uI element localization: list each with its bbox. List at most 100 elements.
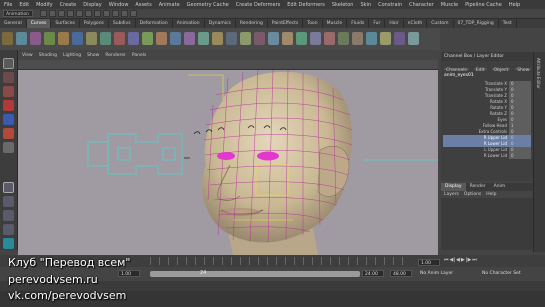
viewport-menu-item-1[interactable]: Shading [39, 52, 57, 60]
shelf-tool-icon[interactable] [156, 32, 167, 45]
range-slider-bar[interactable] [150, 271, 360, 277]
shelf-tab-5[interactable]: Deformation [136, 19, 173, 28]
shelf-tool-icon[interactable] [282, 32, 293, 45]
shelf-tab-10[interactable]: Toon [303, 19, 323, 28]
shelf-tool-icon[interactable] [86, 32, 97, 45]
menu-item-11[interactable]: Skeleton [332, 2, 354, 8]
shelf-tool-icon[interactable] [170, 32, 181, 45]
viewport-menu-item-5[interactable]: Panels [132, 52, 146, 60]
menu-item-14[interactable]: Character [409, 2, 434, 8]
shelf-tab-2[interactable]: Surfaces [51, 19, 80, 28]
single-perspective-layout-icon[interactable] [3, 182, 14, 193]
shelf-tool-icon[interactable] [226, 32, 237, 45]
shelf-tab-9[interactable]: PaintEffects [268, 19, 304, 28]
current-frame-field[interactable]: 1.00 [418, 259, 440, 266]
shelf-tool-icon[interactable] [352, 32, 363, 45]
viewport-menu-item-2[interactable]: Lighting [63, 52, 81, 60]
move-tool-icon[interactable] [3, 100, 14, 111]
go-to-start-icon[interactable]: ⏮ [444, 257, 449, 263]
shelf-tool-icon[interactable] [268, 32, 279, 45]
channel-value[interactable]: 0 [509, 153, 531, 159]
shelf-tab-15[interactable]: nCloth [404, 19, 428, 28]
step-back-icon[interactable]: ◀| [450, 257, 456, 263]
viewport-menu-item-0[interactable]: View [22, 52, 33, 60]
shelf-tool-icon[interactable] [114, 32, 125, 45]
end-frame-field[interactable]: 24.00 [362, 270, 384, 277]
show-manipulator-icon[interactable] [3, 142, 14, 153]
shelf-tab-16[interactable]: Custom [427, 19, 454, 28]
attribute-editor-tab[interactable]: Attribute Editor [536, 58, 541, 89]
channel-box-menu-item-0[interactable]: Channels [444, 68, 469, 73]
lasso-tool-icon[interactable] [3, 72, 14, 83]
select-tool-icon[interactable] [3, 58, 14, 69]
shelf-tool-icon[interactable] [2, 32, 13, 45]
menu-item-0[interactable]: File [4, 2, 12, 8]
layer-editor-tab-0[interactable]: Display [441, 183, 466, 191]
save-scene-icon[interactable] [58, 10, 65, 17]
layer-list[interactable] [441, 198, 533, 250]
menu-item-17[interactable]: Help [509, 2, 520, 8]
menu-item-12[interactable]: Skin [360, 2, 371, 8]
shelf-tab-4[interactable]: Subdivs [109, 19, 136, 28]
shelf-tab-3[interactable]: Polygons [80, 19, 109, 28]
channel-box-menu-item-1[interactable]: Edit [473, 68, 487, 73]
character-set-selector[interactable]: No Character Set [482, 271, 521, 276]
go-to-end-icon[interactable]: ⏭ [472, 257, 477, 263]
ipr-render-icon[interactable] [130, 10, 137, 17]
menu-item-1[interactable]: Edit [19, 2, 29, 8]
shelf-tab-6[interactable]: Animation [173, 19, 205, 28]
shelf-tool-icon[interactable] [296, 32, 307, 45]
start-frame-field[interactable]: 1.00 [118, 270, 140, 277]
menu-item-3[interactable]: Create [60, 2, 77, 8]
shelf-tab-12[interactable]: Fluids [347, 19, 370, 28]
channel-row[interactable]: R Lower Lid 0 [441, 153, 533, 159]
select-by-component-icon[interactable] [85, 10, 92, 17]
select-by-object-icon[interactable] [76, 10, 83, 17]
shelf-tool-icon[interactable] [338, 32, 349, 45]
select-by-hierarchy-icon[interactable] [67, 10, 74, 17]
play-back-icon[interactable]: ◀ [456, 257, 460, 263]
menu-item-8[interactable]: Geometry Cache [187, 2, 229, 8]
shelf-tool-icon[interactable] [366, 32, 377, 45]
shelf-tab-1[interactable]: Curves [26, 19, 52, 28]
shelf-tab-17[interactable]: 07_TDP_Rigging [454, 19, 499, 28]
anim-layer-selector[interactable]: No Anim Layer [420, 271, 453, 276]
shelf-tool-icon[interactable] [100, 32, 111, 45]
shelf-tab-11[interactable]: Muscle [323, 19, 348, 28]
layer-editor-menu-item-1[interactable]: Options [464, 191, 481, 198]
menu-item-16[interactable]: Pipeline Cache [465, 2, 502, 8]
snap-point-icon[interactable] [112, 10, 119, 17]
shelf-tool-icon[interactable] [212, 32, 223, 45]
play-forward-icon[interactable]: ▶ [461, 257, 465, 263]
menu-item-4[interactable]: Display [83, 2, 101, 8]
shelf-tab-13[interactable]: Fur [369, 19, 386, 28]
menu-item-6[interactable]: Assets [135, 2, 151, 8]
channel-box-menu-item-3[interactable]: Show [515, 68, 532, 73]
shelf-tool-icon[interactable] [128, 32, 139, 45]
layer-editor-menu-item-0[interactable]: Layers [444, 191, 459, 198]
shelf-tool-icon[interactable] [380, 32, 391, 45]
layer-editor-menu-item-2[interactable]: Help [486, 191, 496, 198]
channel-box-menu-item-2[interactable]: Object [491, 68, 511, 73]
shelf-tool-icon[interactable] [58, 32, 69, 45]
menu-item-15[interactable]: Muscle [441, 2, 458, 8]
viewport-menu-item-4[interactable]: Renderer [105, 52, 126, 60]
shelf-tab-0[interactable]: General [0, 19, 27, 28]
side-by-side-layout-icon[interactable] [3, 210, 14, 221]
menu-item-10[interactable]: Edit Deformers [287, 2, 325, 8]
graph-editor-layout-icon[interactable] [3, 238, 14, 249]
menu-item-13[interactable]: Constrain [378, 2, 402, 8]
shelf-tab-14[interactable]: Hair [385, 19, 404, 28]
total-end-frame-field[interactable]: 48.00 [390, 270, 412, 277]
shelf-tool-icon[interactable] [198, 32, 209, 45]
menu-item-2[interactable]: Modify [36, 2, 53, 8]
shelf-tool-icon[interactable] [16, 32, 27, 45]
shelf-tab-8[interactable]: Rendering [236, 19, 268, 28]
layer-editor-tab-2[interactable]: Anim [490, 183, 510, 191]
attribute-editor-sidebar[interactable]: Attribute Editor [533, 52, 545, 252]
shelf-tab-7[interactable]: Dynamics [205, 19, 236, 28]
open-scene-icon[interactable] [49, 10, 56, 17]
shelf-tool-icon[interactable] [394, 32, 405, 45]
shelf-tool-icon[interactable] [44, 32, 55, 45]
render-icon[interactable] [121, 10, 128, 17]
